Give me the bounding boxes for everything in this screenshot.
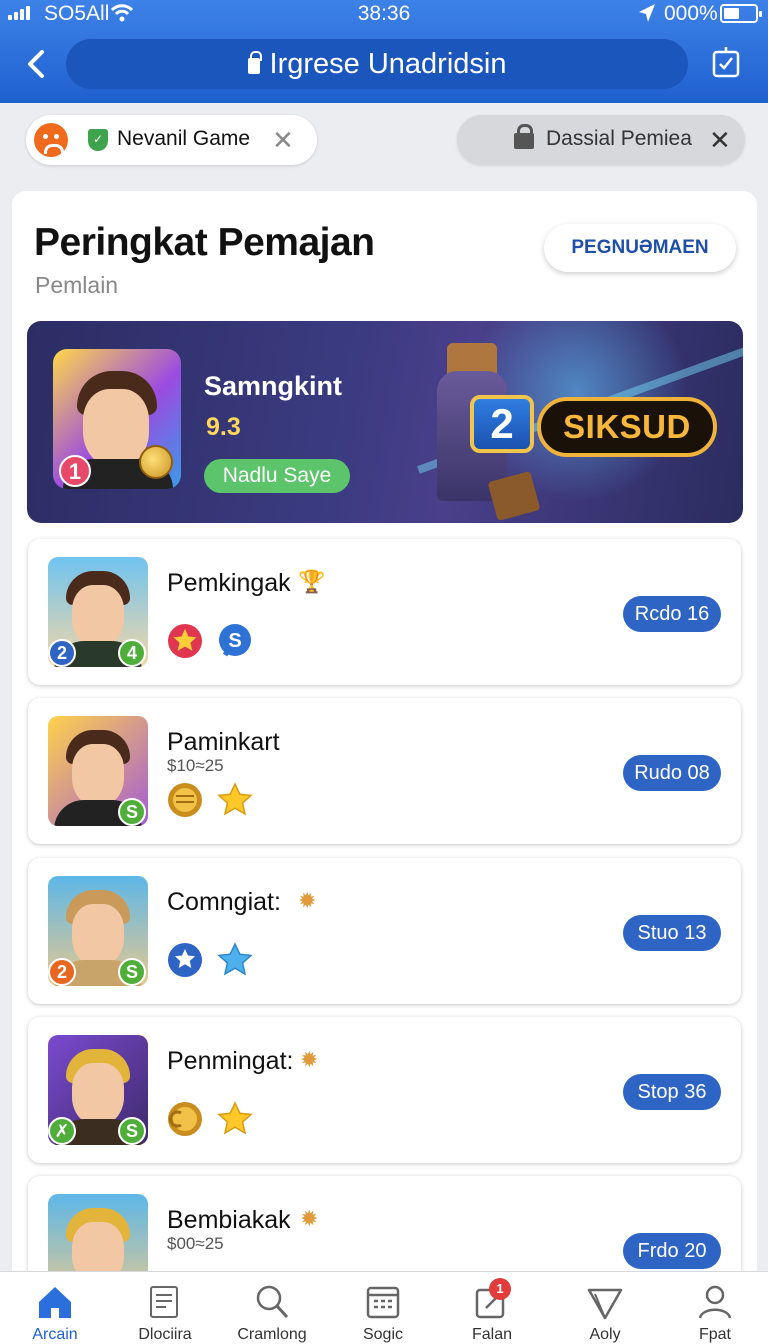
share-icon xyxy=(712,47,740,78)
nav-label: Dlociira xyxy=(138,1326,192,1343)
sad-face-icon xyxy=(34,123,68,157)
rank-badge: 2 xyxy=(48,639,76,667)
svg-text:S: S xyxy=(228,630,241,652)
nav-label: Falan xyxy=(471,1326,513,1343)
status-bar: SO5All 38:36 000% xyxy=(0,0,768,30)
nav-item-fpat[interactable]: Fpat xyxy=(665,1272,765,1344)
cookie-icon: ✹ xyxy=(300,1047,319,1072)
rank-number-badge: 2 xyxy=(470,395,534,453)
bottom-navigation: Arcain Dlociira Cramlong Sogic 1 Falan A… xyxy=(0,1271,768,1344)
player-name: Samngkint xyxy=(204,371,343,401)
leaderboard-card: Peringkat Pemajan Pemlain PEGNUƏMAEN 1 S… xyxy=(12,191,757,1344)
tab-nevanil-game[interactable]: ✓ Nevanil Game ✕ xyxy=(26,115,317,165)
send-icon xyxy=(587,1288,623,1320)
level-badge: S xyxy=(118,1117,146,1145)
nav-item-aoly[interactable]: Aoly xyxy=(555,1272,655,1344)
star-badge-icon xyxy=(168,624,202,658)
player-name: Paminkart xyxy=(167,728,280,756)
player-name: Comngiat: xyxy=(167,888,281,916)
nav-item-dlociira[interactable]: Dlociira xyxy=(115,1272,215,1344)
coin-icon xyxy=(168,1102,202,1136)
lock-icon xyxy=(247,51,262,74)
nav-item-sogic[interactable]: Sogic xyxy=(333,1272,433,1344)
padlock-icon xyxy=(514,124,534,149)
notification-badge: 1 xyxy=(489,1278,511,1300)
tab-dassial-pemiea[interactable]: Dassial Pemiea ✕ xyxy=(457,115,745,165)
rank-badge: 1 xyxy=(59,455,91,487)
cookie-icon: ✹ xyxy=(298,888,317,913)
nav-label: Aoly xyxy=(589,1326,621,1343)
share-button[interactable] xyxy=(708,44,748,84)
player-price: $00≈25 xyxy=(167,1234,224,1253)
close-tab-icon[interactable]: ✕ xyxy=(709,125,731,156)
coin-icon xyxy=(168,783,202,817)
url-bar[interactable]: Irgrese Unadridsin xyxy=(66,39,688,89)
battery-percent: 000% xyxy=(664,2,718,25)
list-item[interactable]: 2 S Comngiat: ✹ Stuo 13 xyxy=(28,858,741,1004)
star-icon xyxy=(217,942,253,976)
tab-label: Nevanil Game xyxy=(117,127,251,150)
home-icon xyxy=(39,1287,71,1318)
list-item[interactable]: S Paminkart $10≈25 Rudo 08 xyxy=(28,698,741,844)
nav-item-cramlong[interactable]: Cramlong xyxy=(222,1272,322,1344)
chat-s-icon: S xyxy=(219,624,251,657)
shield-check-icon: ✓ xyxy=(88,129,108,151)
row-action-button[interactable]: Frdo 20 xyxy=(623,1233,721,1269)
level-badge: S xyxy=(118,798,146,826)
page-subtitle: Pemlain xyxy=(35,272,119,298)
profile-icon xyxy=(698,1285,732,1319)
player-name: Bembiakak xyxy=(167,1206,291,1234)
trophy-icon: 🏆 xyxy=(298,569,326,594)
check-badge: ✗ xyxy=(48,1117,76,1145)
location-arrow-icon xyxy=(639,4,655,22)
nav-label: Fpat xyxy=(698,1326,731,1343)
coin-icon xyxy=(139,445,173,479)
back-button[interactable] xyxy=(22,44,62,84)
battery-icon xyxy=(720,4,762,23)
tab-label: Dassial Pemiea xyxy=(546,127,692,150)
nav-label: Arcain xyxy=(32,1326,78,1343)
nav-item-falan[interactable]: 1 Falan xyxy=(442,1272,542,1344)
player-name: Pemkingak xyxy=(167,569,291,597)
chevron-left-icon xyxy=(28,50,44,78)
featured-player-banner[interactable]: 1 Samngkint 9.3 Nadlu Saye 2 SIKSUD xyxy=(27,321,743,523)
nav-item-arcain[interactable]: Arcain xyxy=(5,1272,105,1344)
nav-label: Cramlong xyxy=(237,1326,307,1343)
player-tag[interactable]: Nadlu Saye xyxy=(204,459,350,493)
list-item[interactable]: 2 4 Pemkingak 🏆 S Rcdo 16 xyxy=(28,539,741,685)
search-icon xyxy=(256,1285,289,1319)
row-action-button[interactable]: Rcdo 16 xyxy=(623,596,721,632)
nav-label: Sogic xyxy=(362,1326,404,1343)
rank-badge: 2 xyxy=(48,958,76,986)
row-action-button[interactable]: Stop 36 xyxy=(623,1074,721,1110)
star-icon xyxy=(217,782,253,816)
player-price: $10≈25 xyxy=(167,756,224,775)
player-name: Penmingat: xyxy=(167,1047,294,1075)
level-badge: S xyxy=(118,958,146,986)
document-icon xyxy=(150,1286,178,1318)
level-badge: 4 xyxy=(118,639,146,667)
star-icon xyxy=(217,1101,253,1135)
list-item[interactable]: ✗ S Penmingat: ✹ Stop 36 xyxy=(28,1017,741,1163)
url-text: Irgrese Unadridsin xyxy=(269,47,507,80)
close-tab-icon[interactable]: ✕ xyxy=(272,125,294,156)
cookie-icon: ✹ xyxy=(300,1206,319,1231)
calendar-icon xyxy=(366,1286,400,1319)
header-action-button[interactable]: PEGNUƏMAEN xyxy=(544,224,736,272)
page-title: Peringkat Pemajan xyxy=(34,221,375,264)
row-action-button[interactable]: Stuo 13 xyxy=(623,915,721,951)
row-action-button[interactable]: Rudo 08 xyxy=(623,755,721,791)
browser-header: SO5All 38:36 000% Irgrese Unadridsin xyxy=(0,0,768,103)
player-score: 9.3 xyxy=(206,413,241,441)
star-badge-icon xyxy=(168,943,202,977)
featured-cta-button[interactable]: SIKSUD xyxy=(537,397,717,457)
